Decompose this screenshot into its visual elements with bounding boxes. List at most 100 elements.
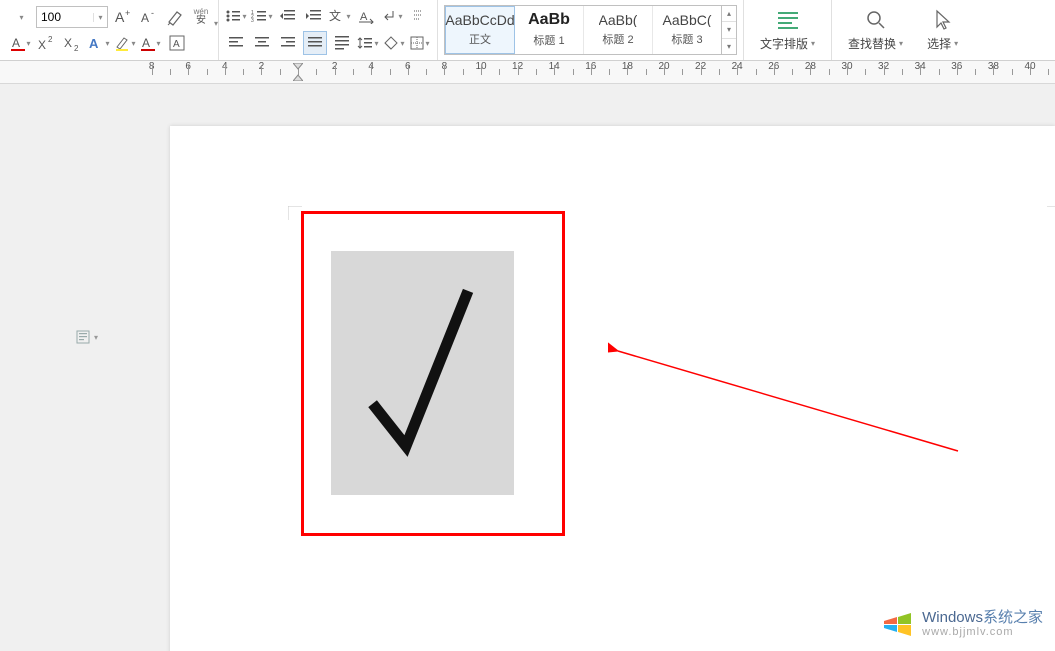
editing-section: 查找替换▾ 选择▾	[832, 0, 974, 60]
style-item-3[interactable]: AaBbC( 标题 3	[653, 6, 721, 54]
borders-button[interactable]: ▾	[409, 32, 431, 54]
align-right-icon[interactable]	[277, 32, 299, 54]
align-justify-icon[interactable]	[303, 31, 327, 55]
text-layout-icon	[776, 9, 800, 31]
document-page[interactable]	[170, 126, 1055, 651]
increase-indent-icon[interactable]	[303, 5, 325, 27]
text-layout-label: 文字排版	[760, 35, 808, 52]
show-marks-icon[interactable]	[407, 5, 429, 27]
shrink-font-icon[interactable]: A-	[138, 6, 160, 28]
highlight-button[interactable]: ▾	[114, 32, 136, 54]
style-name: 标题 2	[602, 31, 633, 47]
bullets-button[interactable]: ▾	[225, 5, 247, 27]
watermark-text-zh: 系统之家	[983, 609, 1043, 626]
watermark-text-en: Windows	[922, 609, 983, 626]
document-workspace[interactable]: ▾ Windows系统之家 www.bjjmlv.com	[0, 84, 1055, 651]
ruler-tick-minor	[865, 69, 866, 75]
style-item-0[interactable]: AaBbCcDd正文	[445, 6, 515, 54]
ruler-tick-minor	[207, 69, 208, 75]
checkbox-fill	[331, 251, 514, 495]
ruler-tick-minor	[390, 69, 391, 75]
align-left-icon[interactable]	[225, 32, 247, 54]
ruler-tick	[810, 65, 811, 75]
font-color2-button[interactable]: A ▾	[140, 32, 162, 54]
character-border-icon[interactable]: A	[166, 32, 188, 54]
find-replace-label: 查找替换	[848, 35, 896, 52]
ruler-tick-minor	[719, 69, 720, 75]
font-family-dropdown[interactable]: ▾	[10, 6, 32, 28]
clear-format-icon[interactable]	[164, 6, 186, 28]
horizontal-ruler[interactable]: 8642246810121416182022242628303234363840	[0, 61, 1055, 84]
paragraph-layout-gutter-button[interactable]: ▾	[75, 328, 99, 346]
font-section: ▾ ▾ A+ A- wén 安 ▾ A ▾	[4, 0, 219, 60]
subscript-icon[interactable]: X2	[62, 32, 84, 54]
ruler-tick	[444, 65, 445, 75]
style-name: 标题 3	[671, 31, 702, 47]
ruler-tick-minor	[280, 69, 281, 75]
styles-gallery-scroll[interactable]: ▴ ▾ ▾	[722, 5, 737, 55]
svg-text:文: 文	[329, 8, 341, 23]
select-button[interactable]: 选择▾	[917, 0, 968, 60]
styles-scroll-up-icon[interactable]: ▴	[722, 6, 736, 22]
svg-text:A: A	[142, 36, 150, 50]
style-sample: AaBbC(	[662, 13, 711, 27]
svg-text:-: -	[151, 8, 154, 18]
shading-button[interactable]: ▾	[383, 32, 405, 54]
line-break-button[interactable]: ▾	[381, 5, 403, 27]
ruler-tick-minor	[609, 69, 610, 75]
ruler-tick	[335, 65, 336, 75]
font-color-split[interactable]: A ▾	[10, 32, 32, 54]
ruler-tick-minor	[536, 69, 537, 75]
style-sample: AaBb(	[599, 13, 638, 27]
font-size-dropdown-icon[interactable]: ▾	[93, 13, 107, 22]
numbering-button[interactable]: 123 ▾	[251, 5, 273, 27]
grow-font-icon[interactable]: A+	[112, 6, 134, 28]
svg-text:2: 2	[48, 35, 53, 44]
svg-text:A: A	[360, 11, 368, 23]
ruler-tick	[664, 65, 665, 75]
ruler-tick	[993, 65, 994, 75]
line-spacing-button[interactable]: ▾	[357, 32, 379, 54]
text-direction-icon[interactable]: A	[355, 5, 377, 27]
ruler-tick	[225, 65, 226, 75]
ruler-tick-minor	[1048, 69, 1049, 75]
annotation-arrow	[608, 341, 968, 471]
decrease-indent-icon[interactable]	[277, 5, 299, 27]
svg-text:A: A	[115, 9, 125, 25]
indent-marker[interactable]	[293, 63, 303, 84]
windows-logo-icon	[880, 607, 914, 641]
ruler-tick-minor	[939, 69, 940, 75]
ruler-tick-minor	[975, 69, 976, 75]
ruler-tick	[774, 65, 775, 75]
style-item-1[interactable]: AaBb标题 1	[515, 6, 584, 54]
superscript-icon[interactable]: X2	[36, 32, 58, 54]
ruler-tick	[554, 65, 555, 75]
text-layout-section: 文字排版▾	[744, 0, 832, 60]
ruler-tick	[261, 65, 262, 75]
style-item-2[interactable]: AaBb( 标题 2	[584, 6, 653, 54]
text-effects-button[interactable]: A ▾	[88, 32, 110, 54]
checkbox-object[interactable]	[301, 211, 565, 536]
asian-layout-button[interactable]: 文 ▾	[329, 5, 351, 27]
ruler-tick-minor	[682, 69, 683, 75]
ruler-tick	[518, 65, 519, 75]
watermark: Windows系统之家 www.bjjmlv.com	[880, 607, 1043, 641]
find-replace-button[interactable]: 查找替换▾	[838, 0, 913, 60]
align-center-icon[interactable]	[251, 32, 273, 54]
ruler-tick-minor	[426, 69, 427, 75]
ruler-tick-minor	[316, 69, 317, 75]
style-sample: AaBbCcDd	[445, 13, 514, 27]
styles-scroll-down-icon[interactable]: ▾	[722, 22, 736, 38]
text-layout-button[interactable]: 文字排版▾	[750, 0, 825, 60]
align-distribute-icon[interactable]	[331, 32, 353, 54]
ruler-tick-minor	[756, 69, 757, 75]
svg-text:2: 2	[74, 44, 79, 51]
styles-gallery[interactable]: AaBbCcDd正文AaBb标题 1 AaBb( 标题 2 AaBbC( 标题 3	[444, 5, 722, 55]
font-size-input[interactable]	[37, 10, 93, 24]
ruler-tick	[737, 65, 738, 75]
phonetic-guide-button[interactable]: wén 安 ▾	[190, 6, 212, 28]
styles-section: AaBbCcDd正文AaBb标题 1 AaBb( 标题 2 AaBbC( 标题 3 ▴ …	[438, 0, 744, 60]
svg-text:3: 3	[251, 18, 254, 23]
styles-expand-icon[interactable]: ▾	[722, 39, 736, 54]
font-size-combo[interactable]: ▾	[36, 6, 108, 28]
